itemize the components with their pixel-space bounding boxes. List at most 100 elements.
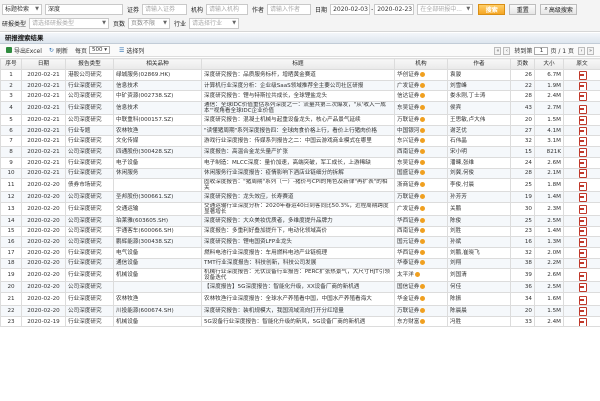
- table-row[interactable]: 11 2020-02-20 债券市场研究 固收深度报告："猪周期"系列（一）-猪价与C…: [0, 178, 600, 193]
- cell-title[interactable]: 通信：全球IDC价值重估系列深度之一：流量共第三次爆发，"从'收入一成本'"视角…: [201, 101, 395, 116]
- cell-source[interactable]: [563, 135, 600, 148]
- pdf-icon[interactable]: [579, 238, 587, 247]
- table-row[interactable]: 6 2020-02-21 行业专题 农林牧渔 "读懂猪周期"系列深度报告四：全球肉食价格…: [0, 124, 600, 137]
- pdf-icon[interactable]: [579, 216, 587, 226]
- col-header-source[interactable]: 原文: [563, 58, 600, 70]
- pdf-icon[interactable]: [579, 158, 587, 168]
- pdf-icon[interactable]: [579, 283, 587, 292]
- full-text-select[interactable]: 在全部研报中... ▼: [417, 3, 474, 15]
- cell-title[interactable]: 深度研究报告：大众美妆优质者，多维度提升品牌力: [201, 214, 395, 227]
- cell-title[interactable]: 计算机行业深度分析：企业级SaaS领域推荐全主要公司社区研报: [201, 79, 395, 92]
- pdf-icon[interactable]: [579, 104, 587, 114]
- table-row[interactable]: 4 2020-02-21 行业深度研究 信息技术 通信：全球IDC价值重估系列深度之一：…: [0, 101, 600, 116]
- search-button[interactable]: 搜索: [478, 3, 506, 15]
- report-type-select[interactable]: 请选择研报类型 ▼: [29, 17, 110, 29]
- cell-source[interactable]: [563, 305, 600, 317]
- cell-title[interactable]: 深度研究报告：品质服务标杆，增晒黄金赛道: [201, 69, 395, 81]
- table-row[interactable]: 9 2020-02-21 行业深度研究 电子设备 电子制造：MLCC深度：量价加速，高端…: [0, 156, 600, 169]
- pdf-icon[interactable]: [579, 295, 587, 305]
- cell-title[interactable]: 电子制造：MLCC深度：量价加速，高端突破，军工成长，上游稀缺: [201, 156, 395, 169]
- cell-title[interactable]: "读懂猪周期"系列深度报告四：全球肉食价格上行，看价上行猪肉价格: [201, 124, 395, 137]
- table-row[interactable]: 7 2020-02-21 行业深度研究 文化传媒 游戏行业深度报告：传媒系列报告之二：中…: [0, 135, 600, 148]
- date-to-input[interactable]: 2020-02-23: [374, 3, 415, 15]
- cell-title[interactable]: 深度报告：多重利好叠加提升下，电动化领域高价: [201, 225, 395, 238]
- next-page-button[interactable]: ›: [578, 46, 585, 55]
- pdf-icon[interactable]: [579, 193, 587, 202]
- col-header-related[interactable]: 相关品种: [113, 58, 202, 70]
- cell-source[interactable]: [563, 178, 600, 193]
- pdf-icon[interactable]: [579, 126, 587, 135]
- table-row[interactable]: 14 2020-02-20 公司深度研究 珀莱雅(603605.SH) 深度研究报告：大…: [0, 214, 600, 227]
- refresh-button[interactable]: ↻ 刷新: [49, 46, 68, 55]
- table-row[interactable]: 23 2020-02-19 行业深度研究 机械设备 5G设备行业深度报告：智能化升级的新…: [0, 315, 600, 328]
- cell-source[interactable]: [563, 146, 600, 158]
- pdf-icon[interactable]: [579, 227, 587, 236]
- col-header-title[interactable]: 标题: [201, 58, 395, 70]
- pages-select[interactable]: 页数不限 ▼: [128, 17, 171, 29]
- cell-source[interactable]: [563, 124, 600, 137]
- pdf-icon[interactable]: [579, 92, 587, 101]
- industry-select[interactable]: 请选择行业 ▼: [189, 17, 240, 29]
- cell-source[interactable]: [563, 201, 600, 216]
- keyword-input[interactable]: 深度: [45, 3, 123, 15]
- col-header-index[interactable]: 序号: [0, 58, 22, 70]
- pdf-icon[interactable]: [579, 248, 587, 258]
- keyword-type-select[interactable]: 标题检索 ▼: [2, 3, 42, 15]
- cell-title[interactable]: 5G设备行业深度报告：智能化升级的新风，5G设备厂商的新机遇: [201, 315, 395, 328]
- pdf-icon[interactable]: [579, 115, 587, 125]
- table-row[interactable]: 20 2020-02-20 公司深度研究 【深度报告】5G深度报告：智能化升级，XX设…: [0, 281, 600, 293]
- stock-input[interactable]: 请输入证券: [142, 3, 188, 15]
- page-input[interactable]: 1: [534, 46, 549, 55]
- pdf-icon[interactable]: [579, 317, 587, 326]
- cell-title[interactable]: 休闲服务行业深度报告：疫情影响下酒店业链细分的拆解: [201, 167, 395, 180]
- col-header-author[interactable]: 作者: [447, 58, 511, 70]
- table-row[interactable]: 10 2020-02-21 行业深度研究 休闲服务 休闲服务行业深度报告：疫情影响下酒店…: [0, 167, 600, 180]
- cell-title[interactable]: 深度报告：高温合金龙头量产扩张: [201, 146, 395, 158]
- cell-title[interactable]: 深度研究报告：龙头效应，长寿赛道: [201, 191, 395, 203]
- col-header-date[interactable]: 日期: [21, 58, 66, 70]
- table-row[interactable]: 1 2020-02-21 港股公司研究 绿城服务(02869.HK) 深度研究报告：品质…: [0, 69, 600, 81]
- cell-title[interactable]: TMT行业深度报告：科技创新，科技公司发展: [201, 257, 395, 270]
- cell-source[interactable]: [563, 236, 600, 248]
- author-input[interactable]: 请输入作者: [267, 3, 312, 15]
- pdf-icon[interactable]: [579, 70, 587, 80]
- table-row[interactable]: 3 2020-02-21 公司深度研究 中矿资源(002738.SZ) 深度研究报告：锂…: [0, 90, 600, 103]
- cell-title[interactable]: 深度研究报告：锂电国资LFP业龙头: [201, 236, 395, 248]
- reset-button[interactable]: 重置: [509, 3, 537, 15]
- col-header-org[interactable]: 机构: [394, 58, 448, 70]
- pdf-icon[interactable]: [579, 259, 587, 268]
- cell-source[interactable]: [563, 69, 600, 81]
- cell-title[interactable]: 农林牧渔行业深度报告：全球水产养殖看中国，中国水产养殖看海大: [201, 292, 395, 306]
- cell-source[interactable]: [563, 315, 600, 328]
- table-row[interactable]: 18 2020-02-20 行业深度研究 通信设备 TMT行业深度报告：科技创新，科技公…: [0, 257, 600, 270]
- org-input[interactable]: 请输入机构: [206, 3, 249, 15]
- cell-source[interactable]: [563, 79, 600, 92]
- col-header-pages[interactable]: 页数: [510, 58, 535, 70]
- table-row[interactable]: 5 2020-02-21 公司深度研究 中联重科(000157.SZ) 深度研究报告：混…: [0, 114, 600, 126]
- cell-title[interactable]: 固收深度报告："猪周期"系列（一）-猪价与CPI的角色及新律"再扩表"的相关: [201, 178, 395, 193]
- advanced-search-button[interactable]: ⌕ 高级搜索: [540, 3, 578, 15]
- last-page-button[interactable]: »: [587, 46, 594, 55]
- table-row[interactable]: 2 2020-02-21 行业深度研究 信息技术 计算机行业深度分析：企业级SaaS领域…: [0, 79, 600, 92]
- cell-title[interactable]: 交通运输行业深度分析：2020年春运40日到客同比50.3%，近程周期跨度显著增…: [201, 201, 395, 216]
- table-row[interactable]: 16 2020-02-20 公司深度研究 鹏辉能源(300438.SZ) 深度研究报告：…: [0, 236, 600, 248]
- first-page-button[interactable]: «: [494, 46, 502, 55]
- cell-source[interactable]: [563, 114, 600, 126]
- pdf-icon[interactable]: [579, 169, 587, 178]
- table-row[interactable]: 17 2020-02-20 行业深度研究 电气设备 燃料电池行业深度报告：车用燃料电池产…: [0, 246, 600, 259]
- pdf-icon[interactable]: [579, 147, 587, 157]
- cell-source[interactable]: [563, 156, 600, 169]
- cell-source[interactable]: [563, 246, 600, 259]
- cell-title[interactable]: 机械行业深度报告：光伏设备行业报告：PERC扩张热景气，大尺寸HJT引领设备迭代: [201, 268, 395, 283]
- date-from-input[interactable]: 2020-02-03: [330, 3, 371, 15]
- cell-source[interactable]: [563, 101, 600, 116]
- pdf-icon[interactable]: [579, 271, 587, 281]
- table-row[interactable]: 12 2020-02-20 公司深度研究 圣邦股份(300661.SZ) 深度研究报告：…: [0, 191, 600, 203]
- cell-source[interactable]: [563, 191, 600, 203]
- pdf-icon[interactable]: [579, 205, 587, 215]
- cell-title[interactable]: 【深度报告】5G深度报告：智能化升级，XX设备厂商的新机遇: [201, 281, 395, 293]
- cell-title[interactable]: 深度研究报告：装机规模大，我国流域流向打开分红增量: [201, 305, 395, 317]
- pdf-icon[interactable]: [579, 181, 587, 191]
- cell-source[interactable]: [563, 167, 600, 180]
- col-header-type[interactable]: 报告类型: [65, 58, 114, 70]
